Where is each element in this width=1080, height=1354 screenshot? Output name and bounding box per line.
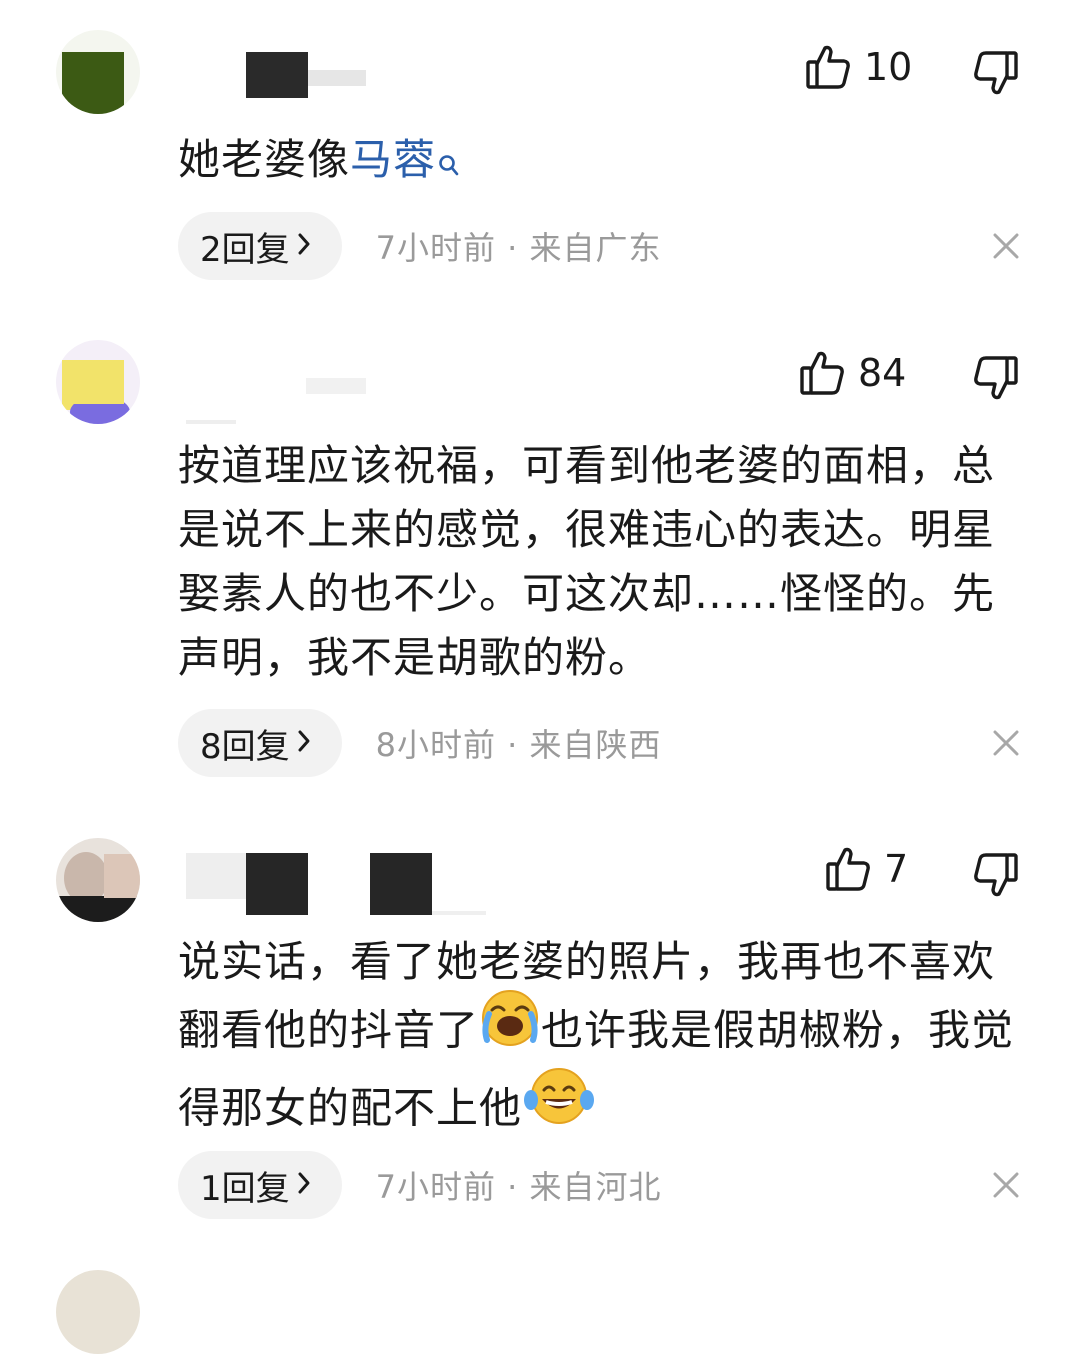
- like-button[interactable]: 7: [826, 846, 908, 892]
- chevron-right-icon: [296, 723, 312, 763]
- thumbs-down-icon: [974, 355, 1018, 401]
- thumbs-down-icon: [974, 50, 1018, 96]
- search-link[interactable]: 马蓉: [350, 135, 436, 184]
- thumbs-down-icon: [974, 852, 1018, 898]
- replies-label: 8回复: [200, 726, 290, 767]
- comment-text: 按道理应该祝福，可看到他老婆的面相，总是说不上来的感觉，很难违心的表达。明星娶素…: [178, 441, 996, 682]
- username-redacted[interactable]: [186, 370, 376, 432]
- next-comment-avatar[interactable]: [56, 1270, 140, 1354]
- time-location: 8小时前 · 来自陕西: [375, 726, 662, 764]
- username-redacted[interactable]: [186, 853, 486, 915]
- replies-button[interactable]: 2回复: [178, 212, 342, 280]
- close-icon[interactable]: [990, 230, 1022, 266]
- thumbs-up-icon: [806, 44, 850, 90]
- like-count: 84: [858, 351, 907, 395]
- time-location: 7小时前 · 来自广东: [375, 229, 662, 267]
- like-button[interactable]: 10: [806, 44, 912, 90]
- chevron-right-icon: [296, 1165, 312, 1205]
- replies-label: 1回复: [200, 1168, 290, 1209]
- replies-button[interactable]: 8回复: [178, 709, 342, 777]
- avatar[interactable]: [56, 838, 140, 922]
- comment-text: 说实话，看了她老婆的照片，我再也不喜欢翻看他的抖音了 也许我是假胡椒粉，我觉得那女…: [178, 930, 1018, 1150]
- like-count: 10: [864, 45, 913, 89]
- close-icon[interactable]: [990, 1169, 1022, 1205]
- dislike-button[interactable]: [974, 355, 1018, 401]
- like-button[interactable]: 84: [800, 350, 906, 396]
- search-icon[interactable]: [438, 132, 460, 196]
- username-redacted[interactable]: [246, 52, 366, 114]
- like-count: 7: [884, 847, 909, 891]
- replies-button[interactable]: 1回复: [178, 1151, 342, 1219]
- replies-label: 2回复: [200, 229, 290, 270]
- avatar[interactable]: [56, 340, 140, 424]
- time-location: 7小时前 · 来自河北: [375, 1168, 662, 1206]
- comment-text: 她老婆像马蓉: [178, 128, 1018, 192]
- chevron-right-icon: [296, 226, 312, 266]
- thumbs-up-icon: [800, 350, 844, 396]
- dislike-button[interactable]: [974, 50, 1018, 96]
- thumbs-up-icon: [826, 846, 870, 892]
- loudly-crying-face-emoji: [479, 988, 541, 1066]
- close-icon[interactable]: [990, 727, 1022, 763]
- tears-of-joy-emoji: [522, 1066, 596, 1144]
- avatar[interactable]: [56, 30, 140, 114]
- dislike-button[interactable]: [974, 852, 1018, 898]
- comment-text-part: 她老婆像: [178, 135, 351, 184]
